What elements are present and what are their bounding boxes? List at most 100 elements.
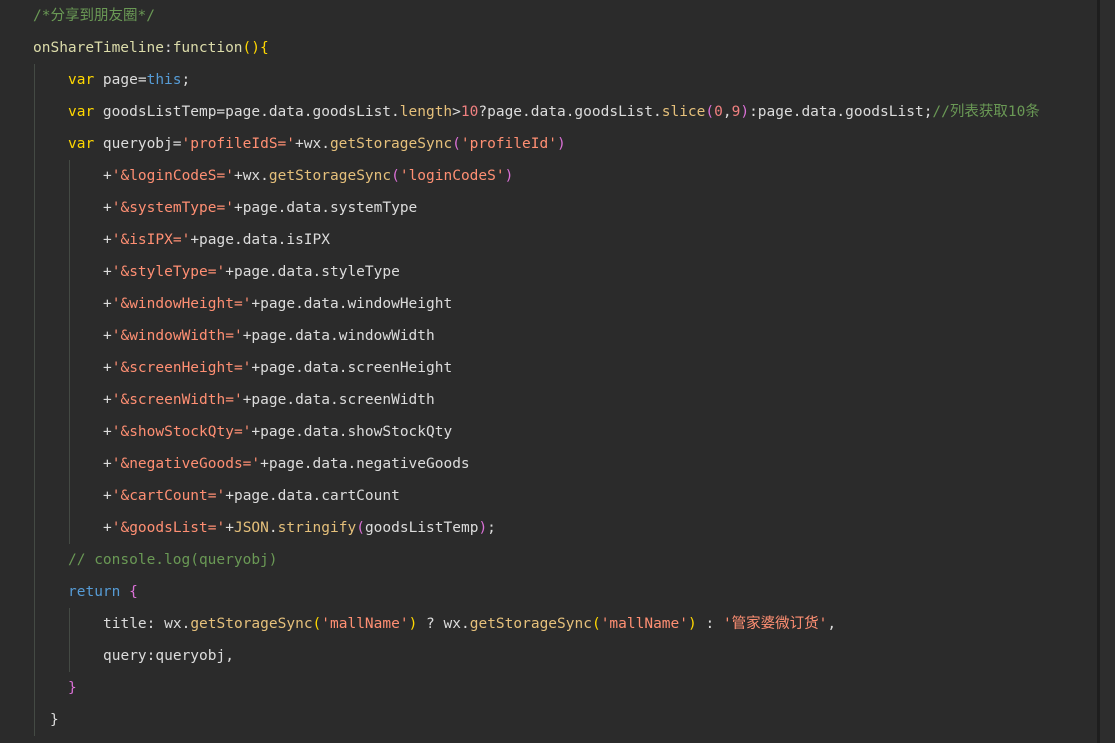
code-token: ? — [417, 616, 444, 632]
code-line[interactable]: +'&negativeGoods='+page.data.negativeGoo… — [103, 448, 470, 480]
code-token: + — [251, 424, 261, 440]
code-token: + — [103, 200, 112, 216]
code-token: . — [653, 104, 662, 120]
code-token: //列表获取10条 — [932, 104, 1040, 120]
code-token: ) — [556, 136, 566, 152]
code-token: '&goodsList=' — [111, 520, 226, 536]
code-token: page.data.cartCount — [233, 488, 400, 504]
code-token: 'mallName' — [321, 616, 409, 632]
code-line[interactable]: +'&loginCodeS='+wx.getStorageSync('login… — [103, 160, 513, 192]
code-token: // console.log(queryobj) — [68, 552, 278, 568]
code-token: . — [391, 104, 400, 120]
code-token: '&screenHeight=' — [111, 360, 252, 376]
code-token: { — [260, 40, 269, 56]
code-line[interactable]: +'&windowWidth='+page.data.windowWidth — [103, 320, 435, 352]
code-token: > — [452, 104, 461, 120]
code-token: ; — [181, 72, 191, 88]
code-token: goodsList — [845, 104, 924, 120]
code-token: . — [836, 104, 846, 120]
indent-guide-2 — [69, 160, 70, 544]
code-token: + — [225, 264, 234, 280]
code-line[interactable]: +'&screenWidth='+page.data.screenWidth — [103, 384, 435, 416]
code-token: + — [225, 520, 234, 536]
code-line[interactable]: +'&goodsList='+JSON.stringify(goodsListT… — [103, 512, 496, 544]
code-line[interactable]: } — [50, 704, 59, 736]
code-token: + — [103, 392, 112, 408]
code-token: + — [103, 488, 112, 504]
code-token: stringify — [277, 520, 357, 536]
code-token: . — [268, 520, 278, 536]
code-token: page.data.screenWidth — [251, 392, 435, 408]
code-token: ( — [312, 616, 322, 632]
code-line[interactable]: +'&isIPX='+page.data.isIPX — [103, 224, 330, 256]
code-token: . — [260, 168, 269, 184]
code-line[interactable]: } — [68, 672, 77, 704]
code-token: . — [522, 104, 531, 120]
code-token: length — [399, 104, 453, 120]
code-line[interactable]: var queryobj='profileIdS='+wx.getStorage… — [68, 128, 566, 160]
code-token: page.data.windowHeight — [260, 296, 453, 312]
code-line[interactable]: title: wx.getStorageSync('mallName') ? w… — [103, 608, 836, 640]
code-token: = — [216, 104, 226, 120]
code-token: { — [129, 584, 138, 600]
code-token: + — [225, 488, 234, 504]
code-line[interactable]: +'&cartCount='+page.data.cartCount — [103, 480, 400, 512]
code-token: goodsListTemp — [94, 104, 217, 120]
code-token: + — [251, 296, 261, 312]
code-token: + — [103, 264, 112, 280]
code-line[interactable]: var goodsListTemp=page.data.goodsList.le… — [68, 96, 1040, 128]
code-token: 0 — [714, 104, 723, 120]
code-token: 10 — [460, 104, 479, 120]
code-token: goodsListTemp — [364, 520, 479, 536]
code-token: wx — [303, 136, 322, 152]
code-line[interactable]: onShareTimeline:function(){ — [33, 32, 269, 64]
scrollbar-edge — [1097, 0, 1100, 743]
code-line[interactable]: query:queryobj, — [103, 640, 234, 672]
code-token: ) — [740, 104, 750, 120]
code-token: . — [260, 104, 269, 120]
code-token: + — [233, 168, 243, 184]
code-token: JSON — [233, 520, 269, 536]
code-token: } — [68, 680, 77, 696]
code-token: '&screenWidth=' — [111, 392, 243, 408]
code-token: ) — [478, 520, 488, 536]
code-line[interactable]: var page=this; — [68, 64, 190, 96]
code-token: onShareTimeline — [33, 40, 164, 56]
code-token: title — [103, 616, 147, 632]
code-token: goodsList — [574, 104, 653, 120]
code-editor[interactable]: /*分享到朋友圈*/ onShareTimeline:function(){ v… — [0, 0, 1115, 743]
code-token: + — [295, 136, 304, 152]
code-token: ( — [356, 520, 365, 536]
code-token: function — [172, 40, 243, 56]
code-token: + — [103, 360, 112, 376]
code-token: page — [225, 104, 261, 120]
code-token: '&isIPX=' — [111, 232, 191, 248]
code-line[interactable]: +'&windowHeight='+page.data.windowHeight — [103, 288, 452, 320]
code-token: ) — [504, 168, 514, 184]
code-token: ( — [591, 616, 601, 632]
code-token: + — [103, 296, 112, 312]
code-line[interactable]: +'&showStockQty='+page.data.showStockQty — [103, 416, 452, 448]
code-token: getStorageSync — [268, 168, 392, 184]
code-token: goodsList — [312, 104, 392, 120]
code-line[interactable]: /*分享到朋友圈*/ — [33, 0, 155, 32]
code-token: '&windowWidth=' — [111, 328, 243, 344]
code-token: data — [268, 104, 304, 120]
code-token: ) — [688, 616, 697, 632]
code-token: + — [103, 520, 112, 536]
code-line[interactable]: return { — [68, 576, 138, 608]
code-token: page.data.isIPX — [199, 232, 330, 248]
code-token: return — [68, 584, 121, 600]
code-token: : — [696, 616, 723, 632]
code-line[interactable]: +'&systemType='+page.data.systemType — [103, 192, 417, 224]
code-token: getStorageSync — [329, 136, 453, 152]
code-token: + — [103, 328, 112, 344]
code-line[interactable]: // console.log(queryobj) — [68, 544, 278, 576]
code-token: '&windowHeight=' — [111, 296, 252, 312]
code-token: ; — [487, 520, 496, 536]
code-line[interactable]: +'&styleType='+page.data.styleType — [103, 256, 400, 288]
code-token: + — [251, 360, 261, 376]
code-token: ( — [242, 40, 252, 56]
code-line[interactable]: +'&screenHeight='+page.data.screenHeight — [103, 352, 452, 384]
